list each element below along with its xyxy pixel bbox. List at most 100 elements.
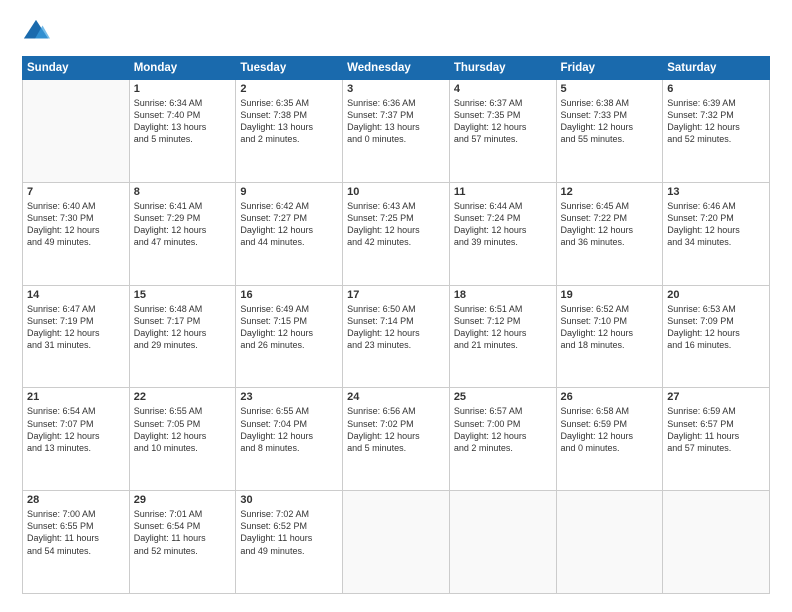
day-info: Sunrise: 6:59 AM Sunset: 6:57 PM Dayligh… (667, 405, 765, 454)
calendar-cell: 29Sunrise: 7:01 AM Sunset: 6:54 PM Dayli… (129, 491, 236, 594)
calendar-cell: 3 Sunrise: 6:36 AM Sunset: 7:37 PM Daylig… (343, 80, 450, 183)
calendar-header-thursday: Thursday (449, 57, 556, 80)
day-info: Sunrise: 6:46 AM Sunset: 7:20 PM Dayligh… (667, 200, 765, 249)
logo (22, 18, 54, 46)
calendar-cell: 28 Sunrise: 7:00 AM Sunset: 6:55 PM Dayli… (23, 491, 130, 594)
calendar-cell: 10Sunrise: 6:43 AM Sunset: 7:25 PM Dayli… (343, 182, 450, 285)
calendar-week-row: 21 Sunrise: 6:54 AM Sunset: 7:07 PM Dayli… (23, 388, 770, 491)
calendar-cell: 4Sunrise: 6:37 AM Sunset: 7:35 PM Daylig… (449, 80, 556, 183)
day-number: 20 (667, 289, 765, 301)
day-number: 19 (561, 289, 659, 301)
calendar-cell: 21 Sunrise: 6:54 AM Sunset: 7:07 PM Dayli… (23, 388, 130, 491)
day-number: 26 (561, 391, 659, 403)
calendar-week-row: 1Sunrise: 6:34 AM Sunset: 7:40 PM Daylig… (23, 80, 770, 183)
calendar-cell: 8Sunrise: 6:41 AM Sunset: 7:29 PM Daylig… (129, 182, 236, 285)
day-number: 15 (134, 289, 232, 301)
calendar-cell: 6Sunrise: 6:39 AM Sunset: 7:32 PM Daylig… (663, 80, 770, 183)
day-info: Sunrise: 7:01 AM Sunset: 6:54 PM Dayligh… (134, 508, 232, 557)
calendar-cell: 15 Sunrise: 6:48 AM Sunset: 7:17 PM Dayli… (129, 285, 236, 388)
day-number: 21 (27, 391, 125, 403)
day-info: Sunrise: 6:51 AM Sunset: 7:12 PM Dayligh… (454, 303, 552, 352)
calendar-cell (23, 80, 130, 183)
day-number: 9 (240, 186, 338, 198)
calendar-cell: 16 Sunrise: 6:49 AM Sunset: 7:15 PM Dayli… (236, 285, 343, 388)
header (22, 18, 770, 46)
day-number: 7 (27, 186, 125, 198)
calendar-cell: 24 Sunrise: 6:56 AM Sunset: 7:02 PM Dayli… (343, 388, 450, 491)
calendar-cell: 9 Sunrise: 6:42 AM Sunset: 7:27 PM Daylig… (236, 182, 343, 285)
day-info: Sunrise: 7:02 AM Sunset: 6:52 PM Dayligh… (240, 508, 338, 557)
day-info: Sunrise: 6:53 AM Sunset: 7:09 PM Dayligh… (667, 303, 765, 352)
day-info: Sunrise: 6:49 AM Sunset: 7:15 PM Dayligh… (240, 303, 338, 352)
calendar-week-row: 28 Sunrise: 7:00 AM Sunset: 6:55 PM Dayli… (23, 491, 770, 594)
calendar-table: SundayMondayTuesdayWednesdayThursdayFrid… (22, 56, 770, 594)
calendar-header-sunday: Sunday (23, 57, 130, 80)
calendar-cell (663, 491, 770, 594)
day-number: 24 (347, 391, 445, 403)
day-info: Sunrise: 6:40 AM Sunset: 7:30 PM Dayligh… (27, 200, 125, 249)
calendar-cell: 13 Sunrise: 6:46 AM Sunset: 7:20 PM Dayli… (663, 182, 770, 285)
day-info: Sunrise: 6:47 AM Sunset: 7:19 PM Dayligh… (27, 303, 125, 352)
day-number: 13 (667, 186, 765, 198)
page: SundayMondayTuesdayWednesdayThursdayFrid… (0, 0, 792, 612)
day-info: Sunrise: 7:00 AM Sunset: 6:55 PM Dayligh… (27, 508, 125, 557)
day-number: 14 (27, 289, 125, 301)
day-info: Sunrise: 6:48 AM Sunset: 7:17 PM Dayligh… (134, 303, 232, 352)
day-number: 23 (240, 391, 338, 403)
day-info: Sunrise: 6:57 AM Sunset: 7:00 PM Dayligh… (454, 405, 552, 454)
day-info: Sunrise: 6:56 AM Sunset: 7:02 PM Dayligh… (347, 405, 445, 454)
day-number: 30 (240, 494, 338, 506)
day-info: Sunrise: 6:50 AM Sunset: 7:14 PM Dayligh… (347, 303, 445, 352)
day-info: Sunrise: 6:44 AM Sunset: 7:24 PM Dayligh… (454, 200, 552, 249)
calendar-week-row: 14 Sunrise: 6:47 AM Sunset: 7:19 PM Dayli… (23, 285, 770, 388)
calendar-cell: 7 Sunrise: 6:40 AM Sunset: 7:30 PM Daylig… (23, 182, 130, 285)
day-number: 4 (454, 83, 552, 95)
calendar-cell (556, 491, 663, 594)
calendar-cell: 5 Sunrise: 6:38 AM Sunset: 7:33 PM Daylig… (556, 80, 663, 183)
calendar-cell: 27 Sunrise: 6:59 AM Sunset: 6:57 PM Dayli… (663, 388, 770, 491)
day-info: Sunrise: 6:52 AM Sunset: 7:10 PM Dayligh… (561, 303, 659, 352)
day-number: 16 (240, 289, 338, 301)
calendar-cell: 25Sunrise: 6:57 AM Sunset: 7:00 PM Dayli… (449, 388, 556, 491)
calendar-cell: 23 Sunrise: 6:55 AM Sunset: 7:04 PM Dayli… (236, 388, 343, 491)
calendar-cell: 26 Sunrise: 6:58 AM Sunset: 6:59 PM Dayli… (556, 388, 663, 491)
day-info: Sunrise: 6:34 AM Sunset: 7:40 PM Dayligh… (134, 97, 232, 146)
calendar-header-wednesday: Wednesday (343, 57, 450, 80)
day-info: Sunrise: 6:42 AM Sunset: 7:27 PM Dayligh… (240, 200, 338, 249)
calendar-header-monday: Monday (129, 57, 236, 80)
day-number: 17 (347, 289, 445, 301)
day-info: Sunrise: 6:55 AM Sunset: 7:05 PM Dayligh… (134, 405, 232, 454)
calendar-cell: 14 Sunrise: 6:47 AM Sunset: 7:19 PM Dayli… (23, 285, 130, 388)
day-number: 3 (347, 83, 445, 95)
calendar-week-row: 7 Sunrise: 6:40 AM Sunset: 7:30 PM Daylig… (23, 182, 770, 285)
calendar-cell: 22 Sunrise: 6:55 AM Sunset: 7:05 PM Dayli… (129, 388, 236, 491)
day-info: Sunrise: 6:55 AM Sunset: 7:04 PM Dayligh… (240, 405, 338, 454)
day-info: Sunrise: 6:45 AM Sunset: 7:22 PM Dayligh… (561, 200, 659, 249)
day-number: 22 (134, 391, 232, 403)
calendar-cell: 17 Sunrise: 6:50 AM Sunset: 7:14 PM Dayli… (343, 285, 450, 388)
calendar-cell: 30 Sunrise: 7:02 AM Sunset: 6:52 PM Dayli… (236, 491, 343, 594)
calendar-header-saturday: Saturday (663, 57, 770, 80)
day-number: 6 (667, 83, 765, 95)
calendar-header-friday: Friday (556, 57, 663, 80)
calendar-header-row: SundayMondayTuesdayWednesdayThursdayFrid… (23, 57, 770, 80)
day-info: Sunrise: 6:36 AM Sunset: 7:37 PM Dayligh… (347, 97, 445, 146)
day-number: 5 (561, 83, 659, 95)
day-info: Sunrise: 6:35 AM Sunset: 7:38 PM Dayligh… (240, 97, 338, 146)
day-number: 2 (240, 83, 338, 95)
calendar-cell: 1Sunrise: 6:34 AM Sunset: 7:40 PM Daylig… (129, 80, 236, 183)
day-number: 28 (27, 494, 125, 506)
calendar-cell: 19 Sunrise: 6:52 AM Sunset: 7:10 PM Dayli… (556, 285, 663, 388)
calendar-cell (449, 491, 556, 594)
calendar-cell: 20 Sunrise: 6:53 AM Sunset: 7:09 PM Dayli… (663, 285, 770, 388)
day-info: Sunrise: 6:38 AM Sunset: 7:33 PM Dayligh… (561, 97, 659, 146)
day-info: Sunrise: 6:54 AM Sunset: 7:07 PM Dayligh… (27, 405, 125, 454)
day-info: Sunrise: 6:43 AM Sunset: 7:25 PM Dayligh… (347, 200, 445, 249)
day-number: 18 (454, 289, 552, 301)
day-number: 27 (667, 391, 765, 403)
calendar-cell: 11 Sunrise: 6:44 AM Sunset: 7:24 PM Dayli… (449, 182, 556, 285)
day-number: 11 (454, 186, 552, 198)
day-info: Sunrise: 6:58 AM Sunset: 6:59 PM Dayligh… (561, 405, 659, 454)
calendar-header-tuesday: Tuesday (236, 57, 343, 80)
calendar-cell: 18 Sunrise: 6:51 AM Sunset: 7:12 PM Dayli… (449, 285, 556, 388)
